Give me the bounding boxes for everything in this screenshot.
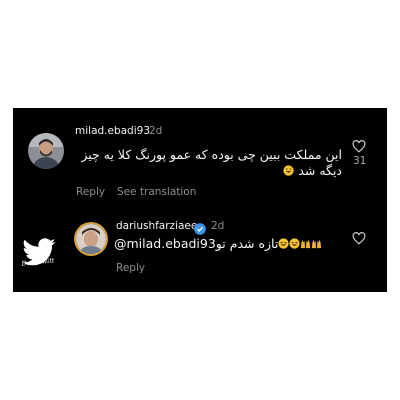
like-heart-icon[interactable]	[352, 230, 366, 249]
laughing-emoji-icon	[289, 237, 300, 249]
comment2-reply-button[interactable]: Reply	[116, 262, 145, 274]
comment1-text-line2: دیگه شد	[298, 163, 342, 178]
grinning-emoji-icon	[283, 164, 294, 176]
comment1-time: 2d	[149, 125, 163, 137]
laughing-emoji-icon	[278, 237, 289, 249]
comment2-time: 2d	[211, 220, 225, 232]
comment1-text-line1: این مملکت ببین چی بوده که عمو پورنگ کلا …	[81, 147, 342, 162]
comment1-text-line2-row: دیگه شد	[70, 163, 342, 179]
comment1-username[interactable]: milad.ebadi93	[75, 125, 150, 137]
avatar-dariush[interactable]	[76, 224, 106, 254]
comment2-message: تازه شدم تو	[215, 236, 279, 251]
comment1-text: این مملکت ببین چی بوده که عمو پورنگ کلا …	[70, 147, 342, 179]
avatar-milad[interactable]	[28, 133, 64, 169]
comments-panel	[13, 108, 387, 292]
like-count: 31	[353, 155, 367, 167]
comment2-text: @milad.ebadi93تازه شدم تو	[114, 236, 322, 251]
raised-hands-icon	[311, 237, 322, 249]
comment1-reply-button[interactable]: Reply	[76, 186, 105, 198]
comment2-mention[interactable]: @milad.ebadi93	[114, 236, 216, 251]
comment2-username[interactable]: dariushfarziaee	[116, 220, 197, 232]
raised-hands-icon	[300, 237, 311, 249]
see-translation-button[interactable]: See translation	[117, 186, 196, 198]
